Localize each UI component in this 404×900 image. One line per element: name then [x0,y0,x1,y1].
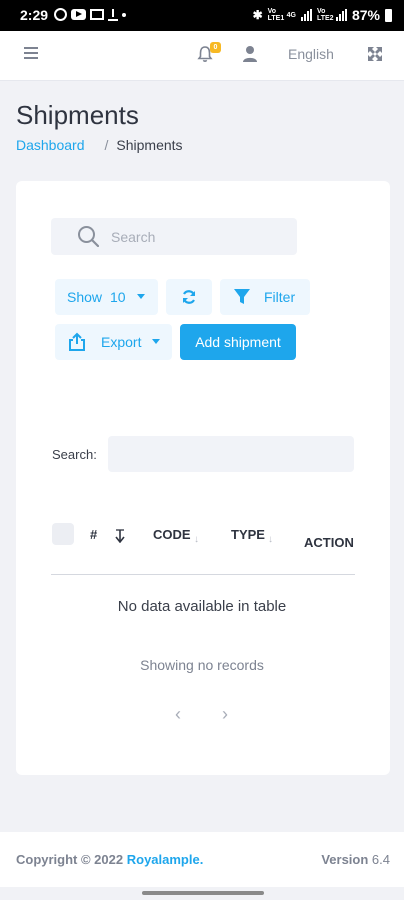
search-placeholder: Search [111,229,156,245]
notification-icons [54,8,126,21]
filter-button[interactable]: Filter [220,279,310,315]
copyright-label: Copyright © 2022 [16,852,124,867]
column-action: ACTION [304,535,354,550]
breadcrumb-current: Shipments [116,137,183,153]
column-type[interactable]: TYPE [231,527,265,542]
bluetooth-icon: ✱ [252,8,263,22]
show-label: Show [67,289,103,305]
sort-icon[interactable]: ↓ [268,534,273,545]
more-dot-icon [122,12,126,17]
breadcrumb-dashboard[interactable]: Dashboard [16,137,85,153]
sort-desc-icon[interactable] [115,529,125,543]
notification-badge: 0 [210,42,221,53]
show-entries-dropdown[interactable]: Show 10 [55,279,158,315]
filter-icon [234,289,250,304]
table-header-divider [51,574,355,575]
menu-icon[interactable] [24,47,38,59]
mail-icon [90,9,104,20]
page-title: Shipments [16,100,139,130]
export-dropdown[interactable]: Export [55,324,172,360]
brand-link[interactable]: Royalample. [127,852,204,867]
export-icon [69,332,85,351]
whatsapp-icon [54,8,67,21]
home-indicator[interactable] [142,891,264,895]
search-input[interactable]: Search [51,218,297,255]
copyright-text: Copyright © 2022 Royalample. [16,852,203,867]
download-icon [108,8,118,21]
filter-label: Filter [264,289,296,305]
network-4g-icon: 4G [286,11,296,19]
select-all-checkbox[interactable] [52,523,74,545]
fullscreen-icon[interactable] [367,46,383,62]
status-bar: 2:29 ✱ Vo LTE1 4G Vo LTE2 87% [0,0,404,31]
refresh-button[interactable] [166,279,212,315]
export-label: Export [101,334,142,350]
version-text: Version 6.4 [321,852,390,867]
table-search-input[interactable] [108,436,354,472]
status-time: 2:29 [20,7,49,23]
breadcrumb: Dashboard / Shipments [16,137,183,153]
table-search-label: Search: [52,447,97,462]
signal-2-icon [335,9,347,21]
shipments-card [16,181,390,775]
signal-1-icon [300,9,312,21]
top-navbar: 0 English [0,31,404,81]
column-code[interactable]: CODE [153,527,191,542]
sort-icon[interactable]: ↓ [194,534,199,545]
user-icon[interactable] [242,45,258,63]
version-value: 6.4 [371,852,390,867]
empty-table-message: No data available in table [117,598,287,615]
breadcrumb-separator: / [104,137,109,153]
add-shipment-button[interactable]: Add shipment [180,324,296,360]
version-label: Version [321,852,369,867]
show-value: 10 [110,289,126,305]
records-info: Showing no records [140,657,264,673]
battery-level: 87% [351,7,380,23]
pagination-next[interactable]: › [222,704,228,725]
page-footer: Copyright © 2022 Royalample. Version 6.4 [0,832,404,887]
system-icons: ✱ Vo LTE1 4G Vo LTE2 87% [253,7,392,23]
volte1-icon: Vo LTE1 [267,8,285,22]
pagination-previous[interactable]: ‹ [175,704,181,725]
battery-icon [385,8,392,22]
language-selector[interactable]: English [288,46,334,62]
search-icon [78,226,99,247]
volte2-icon: Vo LTE2 [316,8,334,22]
caret-down-icon [152,339,160,344]
column-number[interactable]: # [90,527,97,542]
caret-down-icon [137,294,145,299]
refresh-icon [182,290,196,304]
youtube-icon [71,9,86,20]
